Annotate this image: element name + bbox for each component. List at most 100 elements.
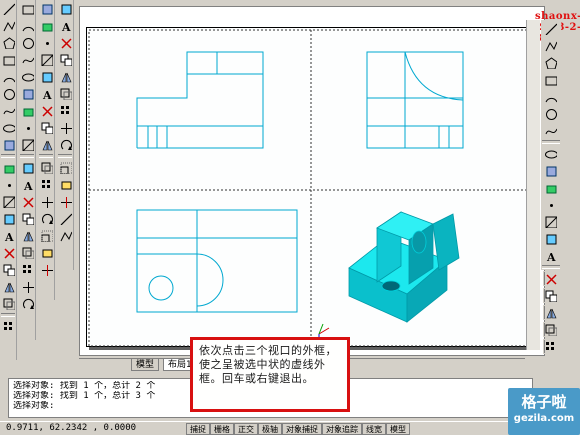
text-icon[interactable]: A	[39, 86, 54, 101]
polyline-icon[interactable]	[1, 18, 16, 33]
insert-block-icon[interactable]	[20, 86, 35, 101]
erase-icon[interactable]	[39, 103, 54, 118]
polar-button[interactable]: 极轴	[258, 423, 282, 435]
arc-icon[interactable]	[543, 106, 558, 121]
rotate-icon[interactable]	[39, 211, 54, 226]
make-block-icon[interactable]	[1, 160, 16, 175]
erase-icon[interactable]	[20, 194, 35, 209]
tab-model[interactable]: 模型	[131, 359, 160, 371]
arc-icon[interactable]	[20, 18, 35, 33]
region-icon[interactable]	[20, 160, 35, 175]
model-button[interactable]: 模型	[386, 423, 410, 435]
region-icon[interactable]	[58, 1, 73, 16]
snap-button[interactable]: 捕捉	[186, 423, 210, 435]
offset-icon[interactable]	[1, 296, 16, 311]
autocad-window: A A A A shaonx-2008-2-8	[0, 0, 580, 435]
scale-icon[interactable]	[58, 160, 73, 175]
copy-icon[interactable]	[20, 211, 35, 226]
osnap-button[interactable]: 对象捕捉	[282, 423, 322, 435]
spline-icon[interactable]	[1, 103, 16, 118]
move-icon[interactable]	[39, 194, 54, 209]
table-icon[interactable]	[543, 322, 558, 337]
circle-icon[interactable]	[20, 35, 35, 50]
polygon-icon[interactable]	[1, 35, 16, 50]
otrack-button[interactable]: 对象追踪	[322, 423, 362, 435]
trim-icon[interactable]	[58, 194, 73, 209]
array-icon[interactable]	[1, 319, 16, 334]
insert-block-icon[interactable]	[39, 1, 54, 16]
make-block-icon[interactable]	[39, 18, 54, 33]
region-icon[interactable]	[543, 305, 558, 320]
ray-icon[interactable]	[543, 38, 558, 53]
mirror-icon[interactable]	[1, 279, 16, 294]
ellipse-icon[interactable]	[20, 69, 35, 84]
insert-block-icon[interactable]	[543, 214, 558, 229]
text-icon[interactable]: A	[1, 228, 16, 243]
region-icon[interactable]	[39, 69, 54, 84]
trim-icon[interactable]	[39, 262, 54, 277]
polygon-icon[interactable]	[543, 72, 558, 87]
lineweight-button[interactable]: 线宽	[362, 423, 386, 435]
polyline-icon[interactable]	[58, 228, 73, 243]
drawing-canvas[interactable]: shaonx-2008-2-8	[79, 6, 580, 356]
make-block-icon[interactable]	[20, 103, 35, 118]
point-icon[interactable]	[39, 35, 54, 50]
mirror-icon[interactable]	[39, 137, 54, 152]
stretch-icon[interactable]	[39, 245, 54, 260]
ortho-button[interactable]: 正交	[234, 423, 258, 435]
polyline-icon[interactable]	[543, 55, 558, 70]
text-icon[interactable]: A	[58, 18, 73, 33]
spline-icon[interactable]	[20, 52, 35, 67]
copy-icon[interactable]	[1, 262, 16, 277]
rectangle-icon[interactable]	[20, 1, 35, 16]
spline-icon[interactable]	[543, 163, 558, 178]
offset-icon[interactable]	[39, 160, 54, 175]
stretch-icon[interactable]	[58, 177, 73, 192]
gradient-icon[interactable]	[543, 288, 558, 303]
rectangle-icon[interactable]	[1, 52, 16, 67]
array-icon[interactable]	[39, 177, 54, 192]
ellipse-arc-icon[interactable]	[543, 197, 558, 212]
hatch-icon[interactable]	[543, 271, 558, 286]
make-block-icon[interactable]	[543, 231, 558, 246]
insert-block-icon[interactable]	[1, 137, 16, 152]
ellipse-icon[interactable]	[1, 120, 16, 135]
array-icon[interactable]	[20, 262, 35, 277]
rotate-icon[interactable]	[20, 296, 35, 311]
vertical-scrollbar[interactable]	[526, 20, 540, 350]
point-icon[interactable]	[1, 177, 16, 192]
line-icon[interactable]	[1, 1, 16, 16]
text-icon[interactable]	[543, 339, 558, 354]
right-draw-toolbar: A	[541, 20, 561, 354]
erase-icon[interactable]	[58, 35, 73, 50]
hatch-icon[interactable]	[20, 137, 35, 152]
scale-icon[interactable]	[39, 228, 54, 243]
rectangle-icon[interactable]	[543, 89, 558, 104]
point-icon[interactable]: A	[543, 248, 558, 263]
region-icon[interactable]	[1, 211, 16, 226]
point-icon[interactable]	[20, 120, 35, 135]
array-icon[interactable]	[58, 103, 73, 118]
revision-cloud-icon[interactable]	[543, 146, 558, 161]
hatch-icon[interactable]	[39, 52, 54, 67]
mirror-icon[interactable]	[58, 69, 73, 84]
toolbar-separator	[1, 154, 15, 158]
move-icon[interactable]	[20, 279, 35, 294]
ellipse-icon[interactable]	[543, 180, 558, 195]
line-icon[interactable]	[58, 211, 73, 226]
offset-icon[interactable]	[20, 245, 35, 260]
line-icon[interactable]	[543, 21, 558, 36]
circle-icon[interactable]	[1, 86, 16, 101]
copy-icon[interactable]	[39, 120, 54, 135]
text-icon[interactable]: A	[20, 177, 35, 192]
offset-icon[interactable]	[58, 86, 73, 101]
mirror-icon[interactable]	[20, 228, 35, 243]
arc-icon[interactable]	[1, 69, 16, 84]
move-icon[interactable]	[58, 120, 73, 135]
grid-button[interactable]: 栅格	[210, 423, 234, 435]
rotate-icon[interactable]	[58, 137, 73, 152]
hatch-icon[interactable]	[1, 194, 16, 209]
copy-icon[interactable]	[58, 52, 73, 67]
erase-icon[interactable]	[1, 245, 16, 260]
circle-icon[interactable]	[543, 123, 558, 138]
